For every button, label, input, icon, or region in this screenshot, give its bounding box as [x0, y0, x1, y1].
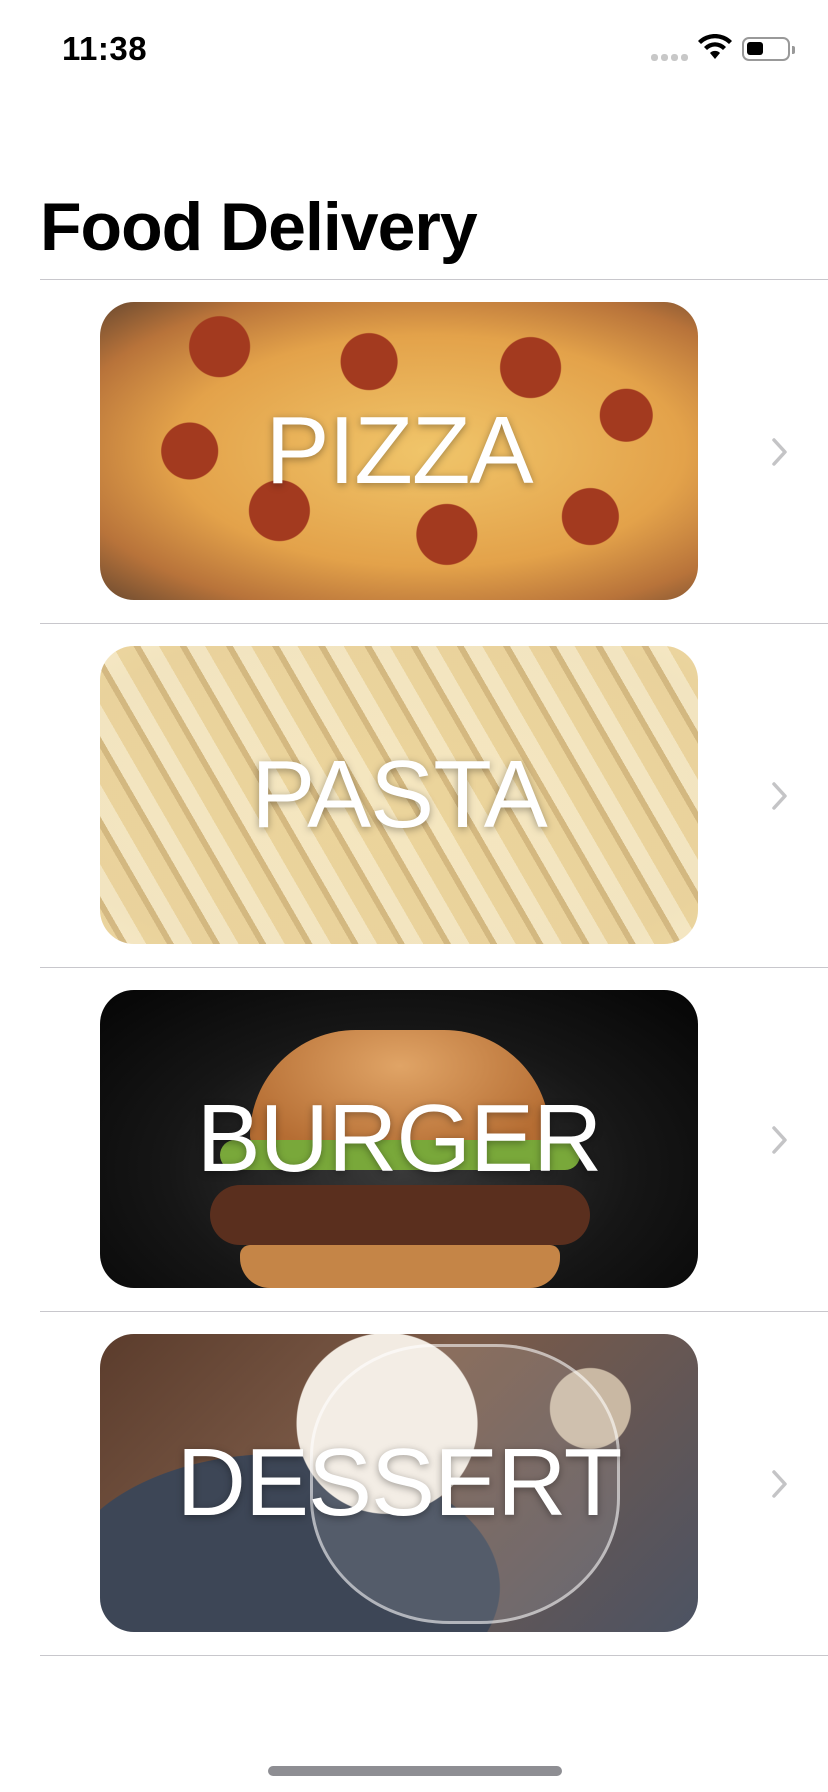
- chevron-right-icon: [772, 1470, 787, 1498]
- status-bar: 11:38: [0, 0, 828, 100]
- burger-image: BURGER: [100, 990, 698, 1288]
- category-label: BURGER: [196, 1085, 603, 1192]
- chevron-right-icon: [772, 1126, 787, 1154]
- category-list: PIZZA PASTA BURGER DESSERT: [0, 280, 828, 1656]
- category-label: DESSERT: [176, 1429, 623, 1536]
- home-indicator[interactable]: [268, 1766, 562, 1776]
- category-row-burger[interactable]: BURGER: [0, 968, 828, 1312]
- chevron-right-icon: [772, 782, 787, 810]
- chevron-right-icon: [772, 438, 787, 466]
- page-title: Food Delivery: [40, 189, 478, 265]
- pasta-image: PASTA: [100, 646, 698, 944]
- dessert-image: DESSERT: [100, 1334, 698, 1632]
- wifi-icon: [698, 34, 732, 59]
- category-row-dessert[interactable]: DESSERT: [0, 1312, 828, 1656]
- category-label: PASTA: [251, 741, 548, 848]
- battery-icon: [742, 37, 795, 61]
- category-label: PIZZA: [265, 397, 533, 504]
- category-row-pasta[interactable]: PASTA: [0, 624, 828, 968]
- category-row-pizza[interactable]: PIZZA: [0, 280, 828, 624]
- pizza-image: PIZZA: [100, 302, 698, 600]
- cellular-signal-icon: [651, 54, 691, 62]
- divider: [40, 1655, 828, 1656]
- status-time: 11:38: [62, 30, 148, 67]
